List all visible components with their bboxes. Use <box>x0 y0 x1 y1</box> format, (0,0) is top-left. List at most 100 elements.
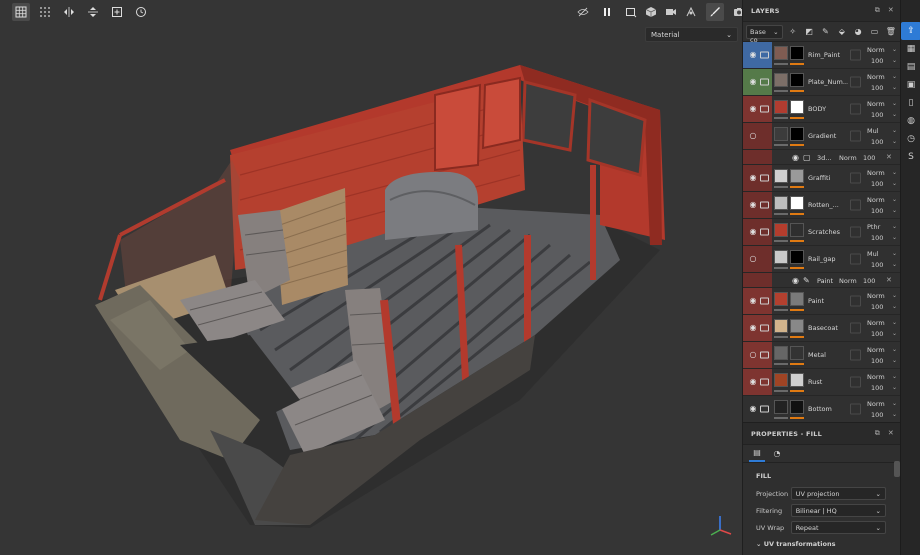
layers-list-icon[interactable]: ▤ <box>901 58 920 76</box>
layer-opacity[interactable]: 100 <box>871 234 883 242</box>
layer-row[interactable]: ◉ Basecoat Norm ⌄ 100 ⌄ <box>743 315 900 342</box>
property-dropdown[interactable]: Repeat ⌄ <box>790 521 886 534</box>
chevron-down-icon[interactable]: ⌄ <box>892 180 897 187</box>
layer-row[interactable]: ○ Rail_gap Mul ⌄ 100 ⌄ <box>743 246 900 273</box>
layer-select-checkbox[interactable] <box>850 376 861 388</box>
layer-blend-mode[interactable]: Norm <box>867 346 885 354</box>
layer-opacity[interactable]: 100 <box>871 57 883 65</box>
clock-icon[interactable]: ◷ <box>901 130 920 148</box>
layer-opacity[interactable]: 100 <box>871 330 883 338</box>
layer-opacity[interactable]: 100 <box>871 384 883 392</box>
layer-opacity[interactable]: 100 <box>871 303 883 311</box>
chevron-down-icon[interactable]: ⌄ <box>892 100 897 107</box>
chevron-down-icon[interactable]: ⌄ <box>892 196 897 203</box>
layer-row[interactable]: ◉ Paint Norm ⌄ 100 ⌄ <box>743 288 900 315</box>
layer-select-checkbox[interactable] <box>850 349 861 361</box>
chevron-down-icon[interactable]: ⌄ <box>892 46 897 53</box>
layer-name[interactable]: Rim_Paint <box>808 51 848 59</box>
sublayer-row[interactable]: ◉ ▢ 3d... Norm 100 ✕ <box>743 150 900 165</box>
layer-blend-mode[interactable]: Mul <box>867 250 879 258</box>
sublayer-name[interactable]: Paint <box>817 277 833 285</box>
paint-layer-icon[interactable]: ✎ <box>819 25 831 39</box>
layer-name[interactable]: Paint <box>808 297 848 305</box>
sublayer-name[interactable]: 3d... <box>817 154 831 162</box>
layer-name[interactable]: Metal <box>808 351 848 359</box>
chevron-down-icon[interactable]: ⌄ <box>892 234 897 241</box>
chevron-down-icon[interactable]: ⌄ <box>892 357 897 364</box>
chevron-down-icon[interactable]: ⌄ <box>892 250 897 257</box>
layer-row[interactable]: ◉ Rust Norm ⌄ 100 ⌄ <box>743 369 900 396</box>
eye-icon[interactable]: ◉ <box>792 276 799 285</box>
layer-name[interactable]: Graffiti <box>808 174 848 182</box>
layer-blend-mode[interactable]: Norm <box>867 319 885 327</box>
chevron-down-icon[interactable]: ⌄ <box>892 223 897 230</box>
eye-icon[interactable]: ◉ <box>748 405 758 413</box>
layer-blend-mode[interactable]: Norm <box>867 169 885 177</box>
display-settings-icon[interactable]: ▣ <box>901 76 920 94</box>
chevron-down-icon[interactable]: ⌄ <box>892 330 897 337</box>
close-icon[interactable]: ✕ <box>886 153 892 161</box>
popout-icon[interactable]: ⧉ <box>875 429 880 438</box>
substance-icon[interactable]: S <box>901 148 920 166</box>
layer-blend-mode[interactable]: Norm <box>867 292 885 300</box>
layer-opacity[interactable]: 100 <box>871 84 883 92</box>
chevron-down-icon[interactable]: ⌄ <box>892 319 897 326</box>
uv-transformations-section[interactable]: ⌄ UV transformations <box>756 540 835 548</box>
layer-row[interactable]: ◉ Scratches Pthr ⌄ 100 ⌄ <box>743 219 900 246</box>
channel-select[interactable]: Base co ⌄ <box>746 24 783 44</box>
chevron-down-icon[interactable]: ⌄ <box>892 346 897 353</box>
add-mask-icon[interactable]: ◩ <box>803 25 815 39</box>
layer-select-checkbox[interactable] <box>850 76 861 88</box>
sublayer-opacity[interactable]: 100 <box>863 154 875 162</box>
layer-blend-mode[interactable]: Norm <box>867 373 885 381</box>
layer-select-checkbox[interactable] <box>850 226 861 238</box>
close-icon[interactable]: ✕ <box>886 276 892 284</box>
layer-row[interactable]: ○ Gradient Mul ⌄ 100 ⌄ <box>743 123 900 150</box>
fill-layer-icon[interactable]: ⬙ <box>836 25 848 39</box>
layer-name[interactable]: Rail_gap <box>808 255 848 263</box>
viewport-3d[interactable]: Material ⌄ <box>0 0 742 555</box>
layer-blend-mode[interactable]: Norm <box>867 400 885 408</box>
layer-opacity[interactable]: 100 <box>871 411 883 419</box>
chevron-down-icon[interactable]: ⌄ <box>892 207 897 214</box>
layer-select-checkbox[interactable] <box>850 403 861 415</box>
chevron-down-icon[interactable]: ⌄ <box>892 261 897 268</box>
layer-opacity[interactable]: 100 <box>871 207 883 215</box>
layer-blend-mode[interactable]: Norm <box>867 196 885 204</box>
tab-material-properties[interactable]: ◔ <box>769 446 785 462</box>
layer-name[interactable]: Rotten_... <box>808 201 848 209</box>
layer-select-checkbox[interactable] <box>850 295 861 307</box>
eye-icon[interactable]: ◉ <box>748 201 758 209</box>
eye-hidden-icon[interactable]: ○ <box>748 132 758 140</box>
eye-icon[interactable]: ◉ <box>748 324 758 332</box>
smart-material-icon[interactable]: ◕ <box>852 25 864 39</box>
layer-opacity[interactable]: 100 <box>871 357 883 365</box>
chevron-down-icon[interactable]: ⌄ <box>892 400 897 407</box>
layer-name[interactable]: Bottom <box>808 405 848 413</box>
layer-row[interactable]: ◉ Bottom Norm ⌄ 100 ⌄ <box>743 396 900 423</box>
layer-select-checkbox[interactable] <box>850 322 861 334</box>
layer-row[interactable]: ◉ Plate_Num... Norm ⌄ 100 ⌄ <box>743 69 900 96</box>
chevron-down-icon[interactable]: ⌄ <box>892 73 897 80</box>
chevron-down-icon[interactable]: ⌄ <box>892 84 897 91</box>
chevron-down-icon[interactable]: ⌄ <box>892 127 897 134</box>
close-icon[interactable]: ✕ <box>888 429 894 438</box>
layer-name[interactable]: BODY <box>808 105 848 113</box>
layer-name[interactable]: Rust <box>808 378 848 386</box>
eye-icon[interactable]: ◉ <box>748 174 758 182</box>
eye-icon[interactable]: ◉ <box>748 378 758 386</box>
chevron-down-icon[interactable]: ⌄ <box>892 169 897 176</box>
chevron-down-icon[interactable]: ⌄ <box>892 111 897 118</box>
layer-name[interactable]: Plate_Num... <box>808 78 848 86</box>
layer-row[interactable]: ◉ BODY Norm ⌄ 100 ⌄ <box>743 96 900 123</box>
texture-set-icon[interactable]: ▦ <box>901 40 920 58</box>
chevron-down-icon[interactable]: ⌄ <box>892 57 897 64</box>
layer-row[interactable]: ◉ Rotten_... Norm ⌄ 100 ⌄ <box>743 192 900 219</box>
layer-select-checkbox[interactable] <box>850 253 861 265</box>
layer-row[interactable]: ○ Metal Norm ⌄ 100 ⌄ <box>743 342 900 369</box>
tab-fill-properties[interactable]: ▤ <box>749 446 765 462</box>
chevron-down-icon[interactable]: ⌄ <box>892 373 897 380</box>
folder-icon[interactable]: ▭ <box>868 25 880 39</box>
eye-icon[interactable]: ◉ <box>748 228 758 236</box>
eye-icon[interactable]: ◉ <box>748 51 758 59</box>
